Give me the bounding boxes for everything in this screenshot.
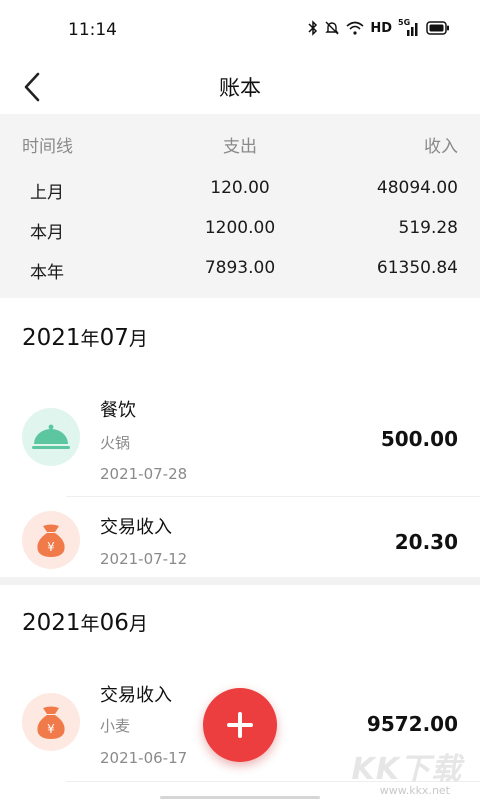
money-bag-icon: ¥	[37, 706, 65, 739]
item-date: 2021-06-17	[100, 749, 188, 767]
watermark-url: www.kkx.net	[379, 784, 450, 797]
item-amount: 9572.00	[366, 712, 458, 736]
watermark-logo: KK下载	[351, 752, 462, 787]
year-char: 年	[80, 613, 100, 635]
battery-icon	[426, 21, 449, 35]
month-header: 2021年07月	[22, 324, 148, 351]
summary-row: 本年 7893.00 61350.84	[0, 258, 480, 288]
list-item[interactable]: 餐饮 火锅 2021-07-28 500.00	[0, 380, 480, 496]
summary-expense: 1200.00	[204, 218, 276, 238]
category-name: 交易收入	[100, 517, 172, 538]
home-indicator[interactable]	[160, 796, 320, 799]
item-amount: 20.30	[394, 530, 458, 554]
summary-header-row: 时间线 支出 收入	[0, 132, 480, 162]
summary-income: 61350.84	[376, 258, 458, 278]
cloche-icon	[32, 424, 70, 449]
wifi-icon	[346, 21, 364, 35]
month-char: 月	[128, 613, 148, 635]
status-icons: HD 5G	[308, 18, 450, 36]
mute-bell-icon	[325, 21, 340, 35]
bluetooth-icon	[308, 20, 318, 36]
network-type-label: HD	[370, 20, 392, 36]
nav-bar: 账本	[0, 60, 480, 112]
item-note: 火锅	[100, 434, 131, 452]
summary-header-income: 收入	[424, 137, 458, 157]
summary-row: 本月 1200.00 519.28	[0, 218, 480, 248]
summary-row: 上月 120.00 48094.00	[0, 178, 480, 208]
svg-text:¥: ¥	[47, 722, 55, 736]
month-year: 2021	[22, 610, 81, 636]
year-char: 年	[80, 328, 100, 350]
month-number: 07	[99, 325, 129, 351]
summary-header-timeline: 时间线	[22, 137, 73, 157]
summary-income: 48094.00	[376, 178, 458, 198]
summary-expense: 120.00	[210, 178, 270, 198]
category-name: 交易收入	[100, 685, 172, 706]
summary-header-expense: 支出	[223, 137, 257, 157]
month-char: 月	[128, 328, 148, 350]
add-record-button[interactable]	[203, 688, 277, 762]
category-icon: ¥	[22, 511, 80, 569]
summary-period: 本月	[30, 223, 64, 243]
cell-signal-icon: 5G	[398, 18, 420, 36]
summary-period: 本年	[30, 263, 64, 283]
item-note: 小麦	[100, 717, 131, 735]
month-header: 2021年06月	[22, 609, 148, 636]
category-icon: ¥	[22, 693, 80, 751]
item-date: 2021-07-28	[100, 465, 188, 483]
summary-expense: 7893.00	[204, 258, 276, 278]
list-item[interactable]: ¥ 交易收入 2021-07-12 20.30	[0, 497, 480, 577]
summary-income: 519.28	[398, 218, 458, 238]
item-amount: 500.00	[380, 427, 458, 451]
money-bag-icon: ¥	[37, 524, 65, 557]
category-name: 餐饮	[100, 400, 136, 421]
page-title: 账本	[219, 76, 261, 100]
summary-table: 时间线 支出 收入 上月 120.00 48094.00 本月 1200.00 …	[0, 114, 480, 298]
month-year: 2021	[22, 325, 81, 351]
status-bar: 11:14 HD 5G	[0, 0, 480, 60]
svg-text:¥: ¥	[47, 540, 55, 554]
status-time: 11:14	[68, 20, 117, 40]
summary-period: 上月	[30, 183, 64, 203]
category-icon	[22, 408, 80, 466]
item-date: 2021-07-12	[100, 550, 188, 568]
section-separator	[0, 577, 480, 585]
month-number: 06	[99, 610, 129, 636]
